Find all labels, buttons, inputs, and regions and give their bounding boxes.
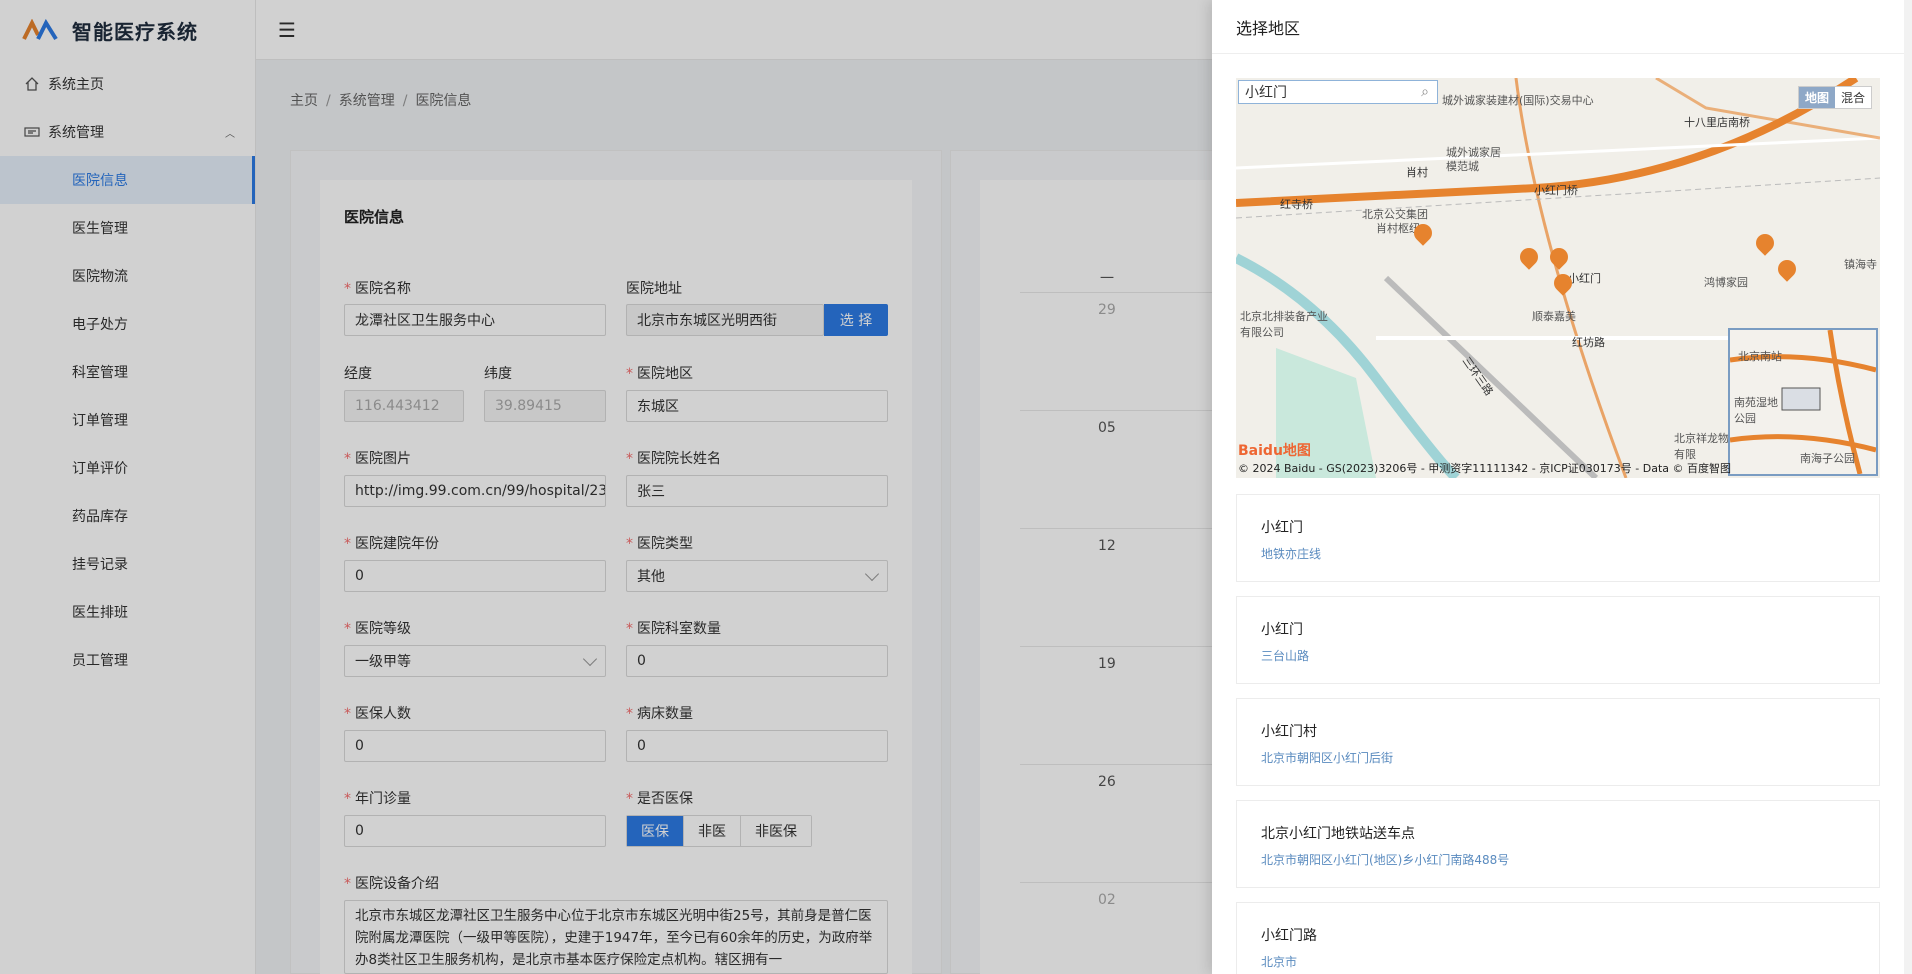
region-drawer: 选择地区 小红门 ⌕ 地图 混合 城外诚家装建材(国际)交易中心 十八里店南桥 … — [1212, 0, 1912, 974]
map-label: 肖村 — [1406, 166, 1428, 179]
result-address: 北京市朝阳区小红门(地区)乡小红门南路488号 — [1261, 853, 1510, 867]
result-address: 北京市朝阳区小红门后街 — [1261, 751, 1394, 765]
result-name: 小红门 — [1261, 622, 1303, 638]
result-name: 小红门村 — [1261, 724, 1317, 740]
result-address: 三台山路 — [1261, 649, 1310, 663]
map-label: 镇海寺 — [1844, 258, 1877, 271]
baidu-logo: Baidu地图 — [1238, 443, 1311, 459]
map-label: 十八里店南桥 — [1684, 116, 1750, 129]
map-type-normal[interactable]: 地图 — [1798, 87, 1835, 108]
result-name: 小红门 — [1261, 520, 1303, 536]
search-result-item[interactable]: 北京小红门地铁站送车点 北京市朝阳区小红门(地区)乡小红门南路488号 — [1236, 800, 1880, 888]
map-label: 小红门 — [1568, 272, 1601, 285]
map-label: 北京南站 — [1738, 350, 1782, 363]
map-label: 小红门桥 — [1534, 184, 1578, 197]
map-view[interactable]: 小红门 ⌕ 地图 混合 城外诚家装建材(国际)交易中心 十八里店南桥 城外诚家居… — [1236, 78, 1880, 478]
map-type-switch: 地图 混合 — [1797, 86, 1872, 109]
map-overview[interactable]: 北京南站 南苑湿地公园 南海子公园 — [1728, 328, 1878, 476]
map-search-value: 小红门 — [1245, 85, 1287, 101]
map-label: 鸿博家园 — [1704, 276, 1748, 289]
map-label: 模范城 — [1446, 160, 1479, 173]
drawer-title: 选择地区 — [1212, 0, 1912, 54]
map-label: 南苑湿地公园 — [1734, 396, 1778, 425]
map-label: 红寺桥 — [1280, 198, 1313, 211]
map-label: 顺泰嘉美 — [1532, 310, 1576, 323]
result-address: 地铁亦庄线 — [1261, 547, 1322, 561]
map-label: 城外诚家装建材(国际)交易中心 — [1442, 94, 1594, 107]
result-name: 北京小红门地铁站送车点 — [1261, 826, 1415, 842]
search-result-item[interactable]: 小红门 三台山路 — [1236, 596, 1880, 684]
result-address: 北京市 — [1261, 955, 1298, 969]
map-search-input[interactable]: 小红门 ⌕ — [1238, 80, 1438, 104]
result-name: 小红门路 — [1261, 928, 1317, 944]
drawer-scrollbar[interactable] — [1904, 0, 1912, 974]
map-label: 北京北排装备产业有限公司 — [1240, 310, 1328, 339]
map-copyright: © 2024 Baidu - GS(2023)3206号 - 甲测资字11111… — [1238, 462, 1732, 475]
search-result-item[interactable]: 小红门 地铁亦庄线 — [1236, 494, 1880, 582]
map-label: 南海子公园 — [1800, 452, 1855, 465]
map-type-hybrid[interactable]: 混合 — [1835, 87, 1871, 108]
search-icon[interactable]: ⌕ — [1421, 84, 1429, 100]
search-result-item[interactable]: 小红门路 北京市 — [1236, 902, 1880, 974]
search-result-item[interactable]: 小红门村 北京市朝阳区小红门后街 — [1236, 698, 1880, 786]
map-label: 红坊路 — [1572, 336, 1605, 349]
